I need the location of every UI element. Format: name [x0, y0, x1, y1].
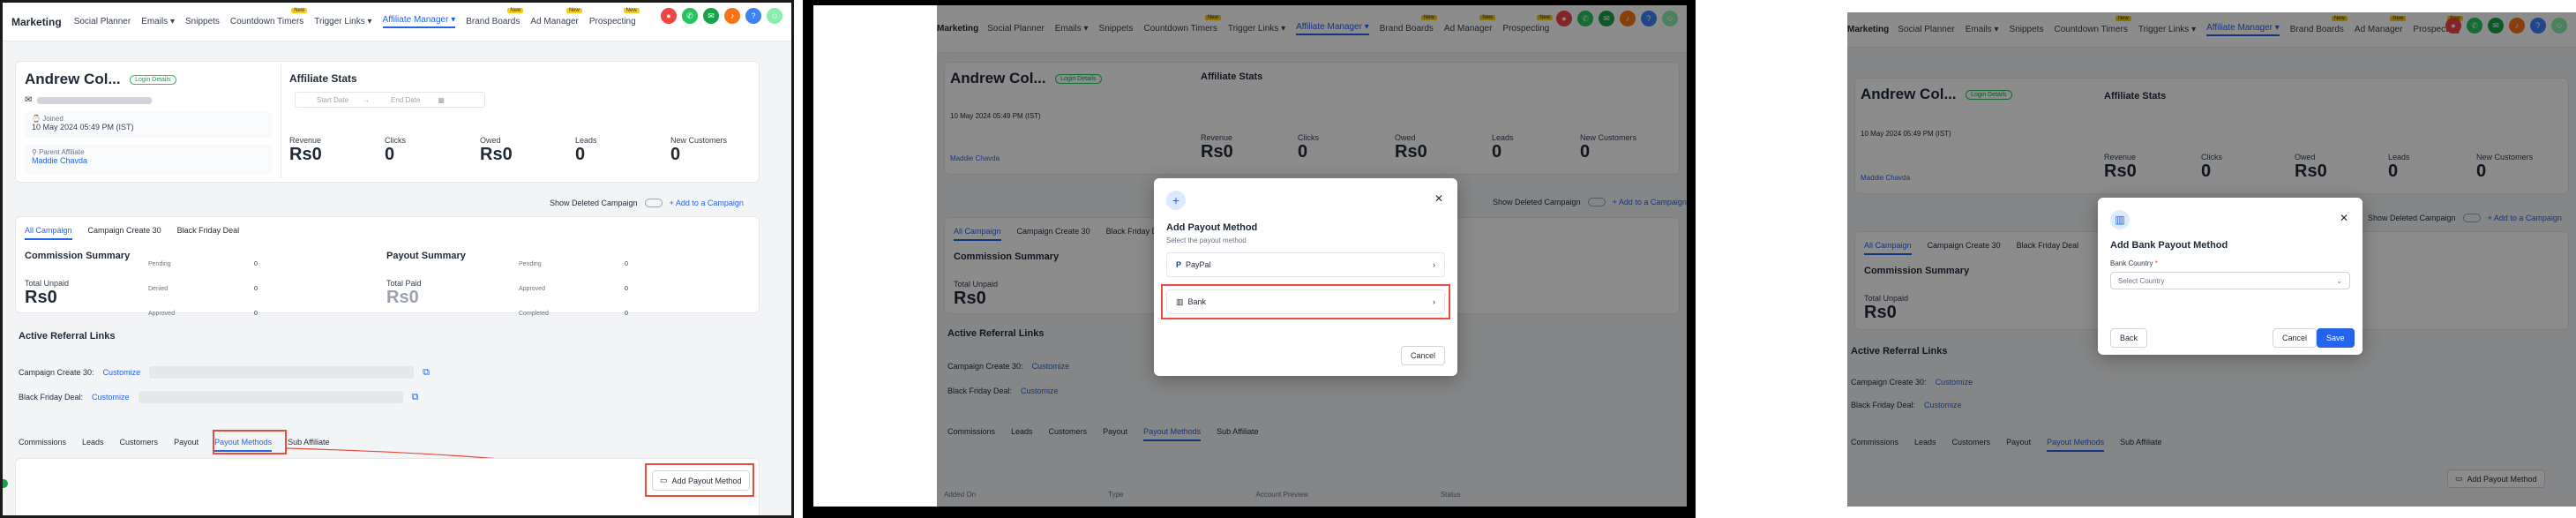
chevron-right-icon: ›: [1433, 260, 1435, 269]
modal-subtitle: Select the payout method: [1166, 236, 1247, 244]
screenshot-panel-1: Marketing Social Planner Emails ▾ Snippe…: [0, 0, 794, 518]
bank-icon: ▥: [2110, 210, 2130, 229]
blank-region: [813, 5, 946, 507]
modal-title: Add Bank Payout Method: [2110, 240, 2228, 251]
app-view: Marketing Social Planner Emails ▾ Snippe…: [3, 3, 791, 515]
add-payout-method-modal: + ✕ Add Payout Method Select the payout …: [1154, 178, 1457, 376]
app-view: Marketing Social Planner Emails ▾ Snippe…: [937, 5, 1687, 507]
save-button[interactable]: Save: [2317, 328, 2355, 348]
screenshot-panel-2: Marketing Social Planner Emails ▾ Snippe…: [803, 0, 1696, 518]
cancel-button[interactable]: Cancel: [2273, 328, 2318, 348]
bank-country-label: Bank Country *: [2110, 259, 2158, 267]
paypal-option[interactable]: P PayPal ›: [1166, 252, 1445, 277]
card-icon: ▭: [660, 476, 668, 484]
app-view: Marketing Social Planner Emails ▾ Snippe…: [1847, 12, 2576, 507]
highlight-bank-option: [1161, 284, 1450, 319]
screenshot-panel-3: Marketing Social Planner Emails ▾ Snippe…: [1713, 0, 2576, 518]
close-icon[interactable]: ✕: [2340, 212, 2348, 224]
add-bank-payout-modal: ▥ ✕ Add Bank Payout Method Bank Country …: [2098, 198, 2363, 355]
annotation-arrow: [286, 447, 646, 482]
close-icon[interactable]: ✕: [1434, 192, 1443, 205]
back-button[interactable]: Back: [2110, 328, 2148, 348]
modal-title: Add Payout Method: [1166, 222, 1258, 233]
chevron-down-icon: ⌄: [2336, 276, 2342, 285]
add-payout-method-button[interactable]: ▭ Add Payout Method: [652, 470, 750, 491]
paypal-icon: P: [1176, 260, 1182, 269]
bank-country-select[interactable]: Select Country ⌄: [2110, 272, 2350, 289]
cancel-button[interactable]: Cancel: [1400, 346, 1445, 365]
plus-icon: +: [1166, 191, 1186, 210]
